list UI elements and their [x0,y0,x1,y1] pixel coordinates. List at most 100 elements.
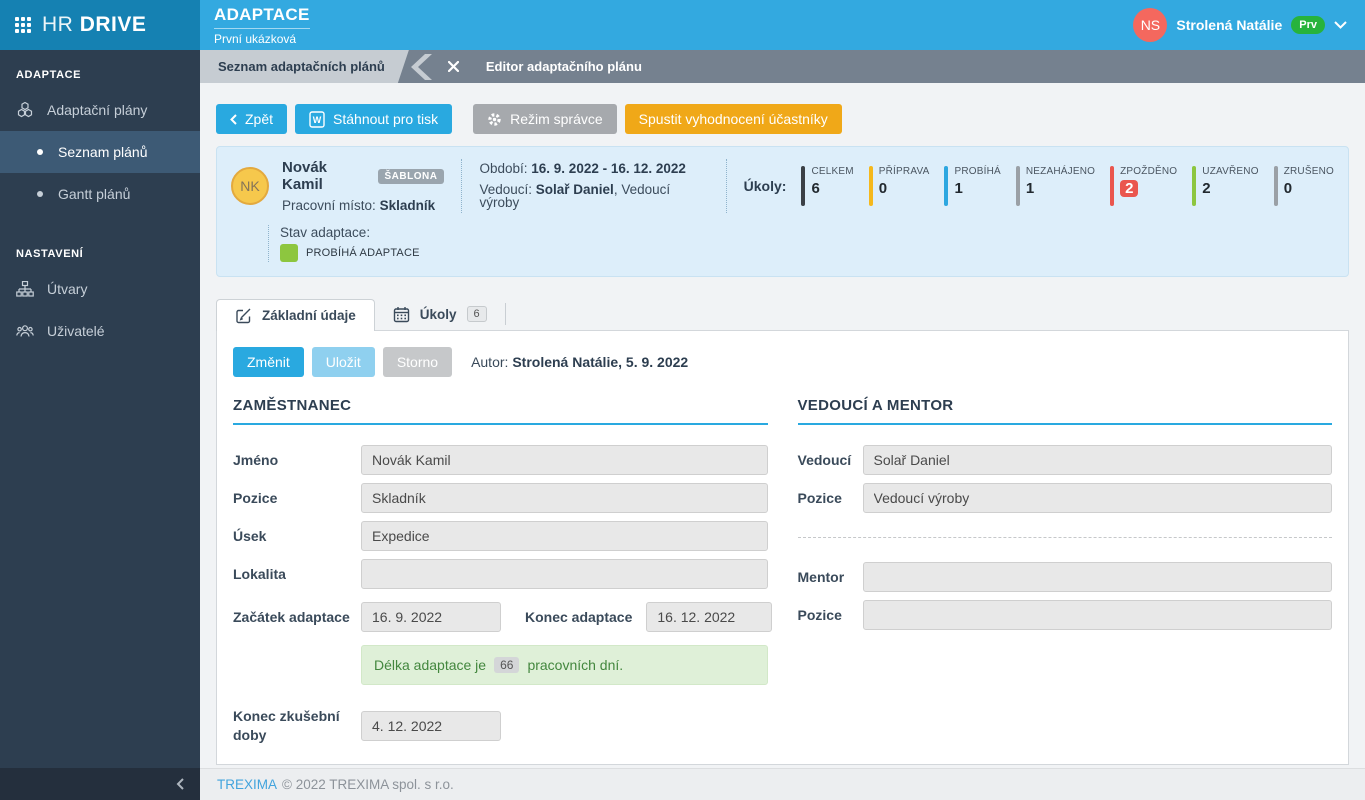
back-button[interactable]: Zpět [216,104,288,134]
sidebar-collapse-button[interactable] [0,768,200,800]
download-print-label: Stáhnout pro tisk [333,111,439,127]
mentor-field-label: Mentor [797,568,845,585]
word-doc-icon: W [309,110,325,128]
sidebar-item-uzivatele[interactable]: Uživatelé [0,310,200,352]
tab-zakladni-udaje[interactable]: Základní údaje [216,299,375,331]
unit-field[interactable] [361,521,768,551]
lead-line: Vedoucí: Solař Daniel, Vedoucí výroby [479,183,708,210]
tab-label: Úkoly [419,306,457,322]
trexima-link[interactable]: TREXIMA [217,777,277,792]
apps-grid-icon[interactable] [15,17,31,33]
counter-value: 1 [1025,180,1035,197]
logo-drive: DRIVE [79,13,147,36]
sidebar-section-nastaveni: NASTAVENÍ [16,248,84,260]
counter-bar [1110,166,1115,206]
counter-label: NEZAHÁJENO [1025,166,1096,177]
author-label: Autor: [471,354,509,370]
location-field[interactable] [361,559,768,589]
user-menu[interactable]: NS Strolená Natálie Prv [1133,8,1347,42]
tab-ukoly[interactable]: Úkoly 6 [375,298,505,330]
sidebar-item-adaptacni-plany[interactable]: Adaptační plány [0,89,200,131]
period-label: Období: [479,161,528,177]
counter-value: 2 [1202,180,1211,197]
chevron-left-icon [230,113,237,125]
sidebar-section-adaptace: ADAPTACE [16,69,82,81]
tab-editor-adaptacniho-planu[interactable]: Editor adaptačního plánu [486,59,642,74]
unit-field-label: Úsek [233,527,267,544]
sidebar-item-utvary[interactable]: Útvary [0,268,200,310]
tab-label: Seznam adaptačních plánů [218,59,385,74]
tasks-label: Úkoly: [743,178,787,194]
field-row: Pozice [797,483,1332,513]
counter-label: UZAVŘENO [1202,166,1259,177]
mentor-position-field[interactable] [862,600,1332,630]
tab-arrow-decoration [410,53,433,80]
author-line: Autor: Strolená Natálie, 5. 9. 2022 [471,354,688,370]
download-print-button[interactable]: W Stáhnout pro tisk [295,104,453,134]
cancel-button: Storno [382,347,453,377]
name-field[interactable] [361,445,768,475]
duration-prefix: Délka adaptace je [374,657,487,673]
end-field-label: Konec adaptace [525,609,633,625]
counter-bar [944,166,949,206]
calendar-icon [393,306,409,322]
svg-text:W: W [313,115,322,125]
sidebar-item-seznam-planu[interactable]: Seznam plánů [0,131,200,173]
counter-value: 0 [1283,180,1293,197]
admin-mode-button[interactable]: Režim správce [473,104,617,134]
start-evaluation-button[interactable]: Spustit vyhodnocení účastníky [624,104,842,134]
period-lead-block: Období: 16. 9. 2022 - 16. 12. 2022 Vedou… [479,162,708,210]
counter-zpozdeno: ZPOŽDĚNO 2 [1110,166,1177,206]
field-row: Pozice [797,600,1332,630]
toolbar: Zpět W Stáhnout pro tisk Režim správce S… [216,104,1349,134]
tab-separator [504,303,506,325]
form-buttons: Změnit Uložit Storno Autor: Strolená Nat… [233,347,1332,377]
user-avatar[interactable]: NS [1133,8,1168,42]
bullet-icon [37,191,43,197]
field-row: Mentor [797,562,1332,592]
mentor-field[interactable] [862,562,1332,592]
page-title: ADAPTACE [214,5,310,29]
name-field-label: Jméno [233,451,279,468]
mentor-position-field-label: Pozice [797,606,842,623]
sidebar-item-label: Seznam plánů [58,144,148,160]
location-field-label: Lokalita [233,565,286,582]
bullet-icon [37,149,43,155]
job-value: Skladník [379,198,436,213]
chevron-down-icon[interactable] [1334,21,1347,29]
users-icon [16,325,34,337]
start-field-label: Začátek adaptace [233,608,350,625]
adaptation-start-field[interactable] [361,602,501,632]
user-name: Strolená Natálie [1176,17,1283,33]
lead-field[interactable] [862,445,1332,475]
field-row: Pozice [233,483,768,513]
position-field[interactable] [361,483,768,513]
employee-heading: ZAMĚSTNANEC [233,397,768,425]
tab-seznam-adaptacnich-planu[interactable]: Seznam adaptačních plánů [200,50,409,83]
tab-close-button[interactable] [447,61,459,72]
lead-position-field[interactable] [862,483,1332,513]
duration-message: Délka adaptace je 66 pracovních dní. [361,645,768,685]
summary-row: NK Novák Kamil ŠABLONA Pracovní místo: S… [231,159,1334,213]
adaptation-end-field[interactable] [646,602,773,632]
tab-label: Základní údaje [262,308,356,323]
sidebar-item-label: Uživatelé [47,323,105,339]
field-row: Vedoucí [798,445,1332,475]
save-button: Uložit [311,347,375,377]
edit-icon [236,308,251,324]
counter-label: PROBÍHÁ [954,166,1001,177]
counter-priprava: PŘÍPRAVA 0 [868,166,930,206]
counter-zruseno: ZRUŠENO 0 [1273,166,1334,206]
basic-info-card: Změnit Uložit Storno Autor: Strolená Nat… [216,330,1349,765]
employee-name-block: Novák Kamil ŠABLONA Pracovní místo: Skla… [282,159,445,213]
trial-end-field[interactable] [361,710,501,741]
lead-position-field-label: Pozice [797,489,842,506]
period-value: 16. 9. 2022 - 16. 12. 2022 [531,161,686,177]
employee-avatar: NK [231,167,269,205]
gear-icon [488,112,501,126]
sidebar-item-gantt-planu[interactable]: Gantt plánů [0,173,200,215]
counter-celkem: CELKEM 6 [801,166,854,206]
change-button[interactable]: Změnit [233,347,304,377]
counter-bar [1015,166,1020,206]
app-logo[interactable]: HR DRIVE [0,0,200,50]
